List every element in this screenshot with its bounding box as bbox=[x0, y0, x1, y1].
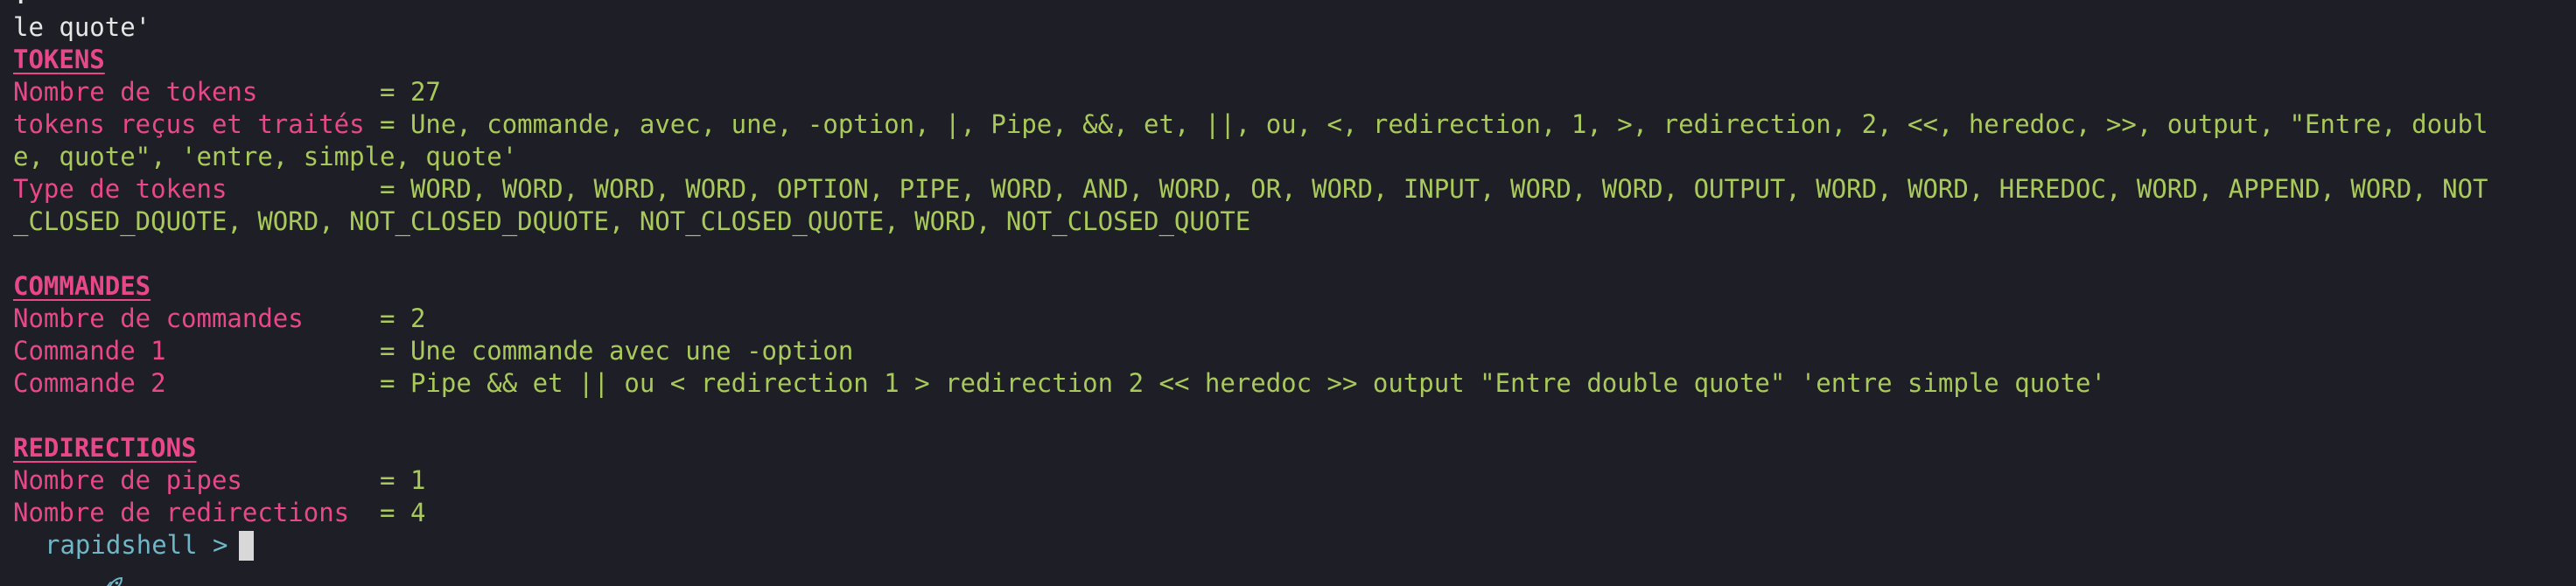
shell-prompt[interactable]: rapidshell > bbox=[13, 529, 2576, 586]
row-label: Nombre de redirections bbox=[13, 498, 365, 527]
previous-output-line: . bbox=[13, 0, 2576, 11]
row-label: Nombre de tokens bbox=[13, 77, 365, 107]
row-label: Type de tokens bbox=[13, 174, 365, 204]
row-value: 2 bbox=[410, 303, 426, 333]
row-label: Commande 1 bbox=[13, 336, 365, 366]
pipes-count-row: Nombre de pipes = 1 bbox=[13, 465, 426, 495]
row-value: 4 bbox=[410, 498, 426, 527]
row-label: tokens reçus et traités bbox=[13, 109, 365, 139]
section-title: COMMANDES bbox=[13, 271, 151, 301]
row-value: Une commande avec une -option bbox=[410, 336, 854, 366]
row-value: WORD, WORD, WORD, WORD, OPTION, PIPE, WO… bbox=[410, 174, 2488, 204]
row-value: Une, commande, avec, une, -option, |, Pi… bbox=[410, 109, 2488, 139]
tokens-section-header: TOKENS bbox=[13, 44, 2576, 76]
text-cursor[interactable] bbox=[238, 530, 254, 561]
row-value: Pipe && et || ou < redirection 1 > redir… bbox=[410, 368, 2106, 398]
tokens-received-row: tokens reçus et traités = Une, commande,… bbox=[13, 109, 2488, 139]
commande-1-row: Commande 1 = Une commande avec une -opti… bbox=[13, 336, 854, 366]
commandes-count-row: Nombre de commandes = 2 bbox=[13, 303, 426, 333]
row-label: Nombre de pipes bbox=[13, 465, 365, 495]
section-title: TOKENS bbox=[13, 45, 105, 74]
previous-output-line: le quote' bbox=[13, 11, 2576, 44]
tokens-count-row: Nombre de tokens = 27 bbox=[13, 77, 441, 107]
row-value: _CLOSED_DQUOTE, WORD, NOT_CLOSED_DQUOTE,… bbox=[13, 206, 1251, 236]
previous-output-text: . bbox=[13, 0, 28, 10]
commande-2-row: Commande 2 = Pipe && et || ou < redirect… bbox=[13, 368, 2106, 398]
prompt-text: rapidshell > bbox=[45, 530, 228, 560]
redirections-count-row: Nombre de redirections = 4 bbox=[13, 498, 426, 527]
previous-output-text: le quote' bbox=[13, 12, 151, 42]
tokens-received-row-cont: e, quote", 'entre, simple, quote' bbox=[13, 141, 2576, 173]
redirections-section-header: REDIRECTIONS bbox=[13, 432, 2576, 464]
rocket-icon bbox=[13, 538, 122, 586]
row-value: e, quote", 'entre, simple, quote' bbox=[13, 142, 518, 171]
terminal-window[interactable]: . le quote' TOKENS Nombre de tokens = 27… bbox=[0, 0, 2576, 586]
commandes-section-header: COMMANDES bbox=[13, 270, 2576, 303]
row-value: 27 bbox=[410, 77, 441, 107]
row-value: 1 bbox=[410, 465, 426, 495]
row-label: Nombre de commandes bbox=[13, 303, 365, 333]
tokens-type-row: Type de tokens = WORD, WORD, WORD, WORD,… bbox=[13, 174, 2488, 204]
tokens-type-row-cont: _CLOSED_DQUOTE, WORD, NOT_CLOSED_DQUOTE,… bbox=[13, 206, 2576, 238]
section-title: REDIRECTIONS bbox=[13, 433, 197, 463]
row-label: Commande 2 bbox=[13, 368, 365, 398]
